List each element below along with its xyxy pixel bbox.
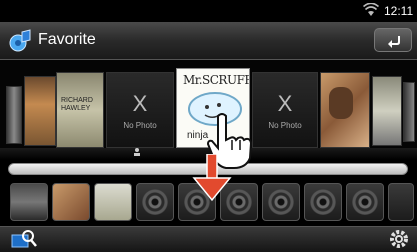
- search-list-icon[interactable]: [10, 229, 38, 249]
- page-title: Favorite: [38, 31, 96, 48]
- favorite-slot-empty[interactable]: [346, 183, 384, 221]
- settings-icon[interactable]: [388, 228, 410, 250]
- audio-source-icon: [9, 29, 31, 52]
- album-cover[interactable]: [6, 86, 22, 144]
- title-bar: Favorite: [0, 22, 417, 60]
- album-cover[interactable]: [320, 72, 370, 148]
- down-arrow-icon: [192, 154, 232, 202]
- album-cover[interactable]: [372, 76, 402, 146]
- favorite-slot[interactable]: [10, 183, 48, 221]
- album-cover-text: RICHARD HAWLEY: [61, 97, 93, 112]
- status-bar: 12:11: [0, 0, 417, 22]
- album-cover[interactable]: X No Photo: [252, 72, 318, 148]
- album-cover[interactable]: RICHARD HAWLEY: [56, 72, 104, 148]
- wifi-icon: [363, 3, 379, 16]
- disc-icon: [310, 189, 336, 215]
- disc-icon: [268, 189, 294, 215]
- no-photo-x: X: [132, 91, 148, 116]
- favorite-slot-empty[interactable]: [304, 183, 342, 221]
- back-button[interactable]: [374, 28, 412, 52]
- no-photo-label: No Photo: [268, 121, 302, 130]
- favorite-slot[interactable]: [52, 183, 90, 221]
- favorite-slot-empty[interactable]: [262, 183, 300, 221]
- no-photo-x: X: [277, 91, 293, 116]
- album-cover[interactable]: X No Photo: [106, 72, 174, 148]
- favorite-slot-empty[interactable]: [136, 183, 174, 221]
- favorite-slot[interactable]: [94, 183, 132, 221]
- no-photo-label: No Photo: [123, 121, 157, 130]
- disc-icon: [142, 189, 168, 215]
- disc-icon: [352, 189, 378, 215]
- album-cover[interactable]: [403, 82, 415, 142]
- album-title: Mr.SCRUFF: [183, 73, 250, 87]
- return-icon: [388, 36, 400, 48]
- album-cover[interactable]: [24, 76, 56, 146]
- clock: 12:11: [384, 4, 414, 18]
- artist-photo: [329, 87, 353, 119]
- bottom-bar: [0, 226, 417, 252]
- favorite-screen: 12:11 Favorite RICHARD HAWLEY X No Photo…: [0, 0, 417, 252]
- position-marker-icon: [134, 148, 140, 156]
- favorite-slot-empty[interactable]: [388, 183, 414, 221]
